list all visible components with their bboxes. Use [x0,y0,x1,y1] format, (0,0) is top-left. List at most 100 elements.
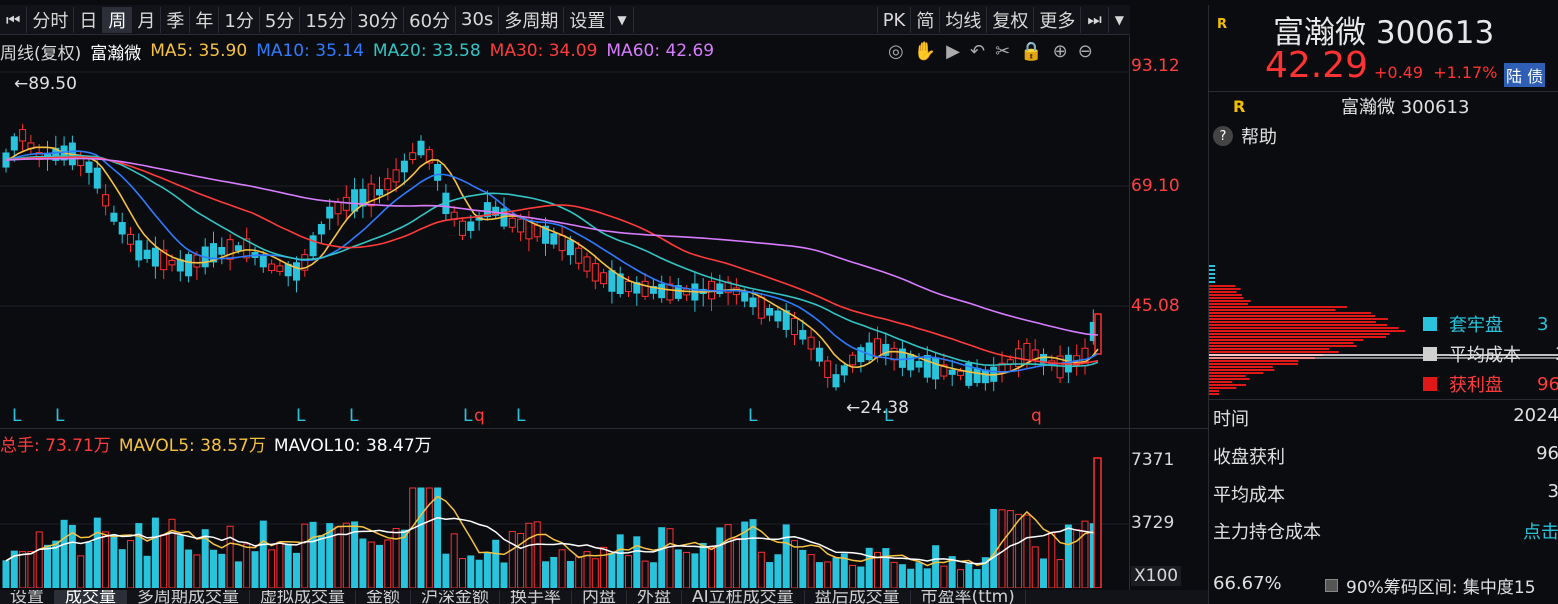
chip-row-value-2: 3 [1547,481,1558,502]
volume-bar [898,564,906,588]
indicator-tab-9[interactable]: AI立桩成交量 [682,590,805,604]
ma-value-3: MA20: 33.58 [372,41,481,61]
volume-bar [525,522,533,588]
volume-bar [957,569,964,588]
scissors-icon[interactable]: ✂ [995,41,1010,62]
volume-bar [633,536,641,588]
chevron-down-icon[interactable]: ▼ [611,6,634,33]
tab-period-5[interactable]: 年 [190,6,220,33]
signal-marker-8: L [884,406,894,426]
chip-row-label-0: 时间 [1213,409,1249,430]
toolbar-option-3[interactable]: 复权 [986,7,1033,33]
hand-icon[interactable]: ✋ [914,41,936,62]
candle [102,184,110,216]
volume-bar [566,560,574,588]
volume-bar [234,561,242,588]
tab-period-0[interactable]: 分时 [27,6,75,33]
volume-bar [400,529,408,588]
tab-period-13[interactable]: 设置 [564,6,612,33]
chip-bar [1209,375,1246,377]
indicator-tab-3[interactable]: 虚拟成交量 [250,590,356,604]
volume-bar [915,562,923,588]
help-button[interactable]: ? 帮助 [1213,123,1277,149]
quote-panel: R 富瀚微 300613 42.29 +0.49 +1.17% 陆 债 R 富瀚… [1208,5,1558,604]
tab-period-8[interactable]: 15分 [300,6,353,33]
candle [317,221,325,243]
zoom-out-icon[interactable]: ⊖ [1078,41,1093,62]
indicator-tab-2[interactable]: 多周期成交量 [127,590,250,604]
volume-bar [392,527,400,588]
tab-period-4[interactable]: 季 [161,6,191,33]
volume-bar [724,524,732,588]
indicator-tab-5[interactable]: 沪深金额 [411,590,500,604]
volume-bar [575,556,583,588]
volume-chart[interactable] [0,454,1130,588]
undo-icon[interactable]: ↶ [970,41,985,62]
toolbar-option-4[interactable]: 更多 [1033,7,1080,33]
price-axis-top: 93.12 [1131,56,1180,76]
last-page-icon[interactable]: ⏭ [1080,7,1107,33]
tab-period-3[interactable]: 月 [132,6,162,33]
indicator-tab-11[interactable]: 市盈率(ttm) [911,590,1026,604]
volume-axis-mid: 3729 [1131,513,1175,533]
quote-separator [1209,91,1558,92]
indicator-tab-7[interactable]: 内盘 [572,590,627,604]
volume-bar [1056,559,1064,588]
volume-bar [716,527,724,588]
volume-bar [118,549,126,588]
tab-period-10[interactable]: 60分 [404,6,457,33]
tab-period-1[interactable]: 日 [74,6,104,33]
volume-bar [342,522,350,588]
dropdown-arrow-icon[interactable]: ▼ [1107,7,1130,33]
signal-marker-7: L [748,406,758,426]
toolbar-option-0[interactable]: PK [876,7,911,33]
candlestick-chart[interactable] [0,62,1130,427]
candle [359,178,367,219]
indicator-tab-6[interactable]: 换手率 [500,590,572,604]
ma-value-4: MA30: 34.09 [489,41,598,61]
zoom-in-icon[interactable]: ⊕ [1053,41,1068,62]
indicator-tab-4[interactable]: 金额 [356,590,411,604]
eye-icon[interactable]: ◎ [888,41,904,62]
volume-bar [641,560,649,588]
candle [890,341,898,371]
indicator-tab-8[interactable]: 外盘 [627,590,682,604]
toolbar-option-1[interactable]: 简 [910,7,939,33]
volume-bar [1023,514,1031,588]
ma-value-2: MA10: 35.14 [256,41,364,61]
indicator-tab-0[interactable]: 设置 [0,590,55,604]
volume-bar [44,544,51,588]
volume-bar [110,534,118,588]
low-annotation: ←24.38 [846,398,909,418]
play-icon[interactable]: ▶ [946,41,960,62]
chip-bar-top [1209,269,1215,271]
tab-period-2[interactable]: 周 [103,6,133,33]
indicator-tab-1[interactable]: 成交量 [55,590,127,604]
lock-icon[interactable]: 🔒 [1020,41,1042,62]
volume-bar [1048,531,1056,588]
candle [110,205,118,226]
toolbar-option-2[interactable]: 均线 [939,7,986,33]
candle [293,256,300,293]
chip-separator [1209,399,1558,400]
tab-period-12[interactable]: 多周期 [499,6,565,33]
volume-bar [766,562,774,588]
chip-row-label-3: 主力持仓成本 [1213,522,1321,543]
tab-period-11[interactable]: 30s [456,6,500,33]
volume-bar [492,539,500,588]
volume-bar [824,561,832,588]
chip-row-value-3[interactable]: 点击 [1523,518,1558,544]
chip-legend-0: 套牢盘 3 [1423,311,1548,337]
last-volume-bar [1093,457,1102,588]
indicator-tab-10[interactable]: 盘后成交量 [805,590,911,604]
volume-bar [533,521,541,588]
tab-period-6[interactable]: 1分 [219,6,260,33]
first-page-icon[interactable]: ⏮ [0,6,28,33]
tab-period-9[interactable]: 30分 [352,6,405,33]
connect-badge[interactable]: 陆 债 [1504,63,1546,87]
volume-bar [376,544,383,588]
candle [649,278,657,300]
candle [326,198,334,231]
chip-bar [1209,309,1336,311]
tab-period-7[interactable]: 5分 [260,6,301,33]
